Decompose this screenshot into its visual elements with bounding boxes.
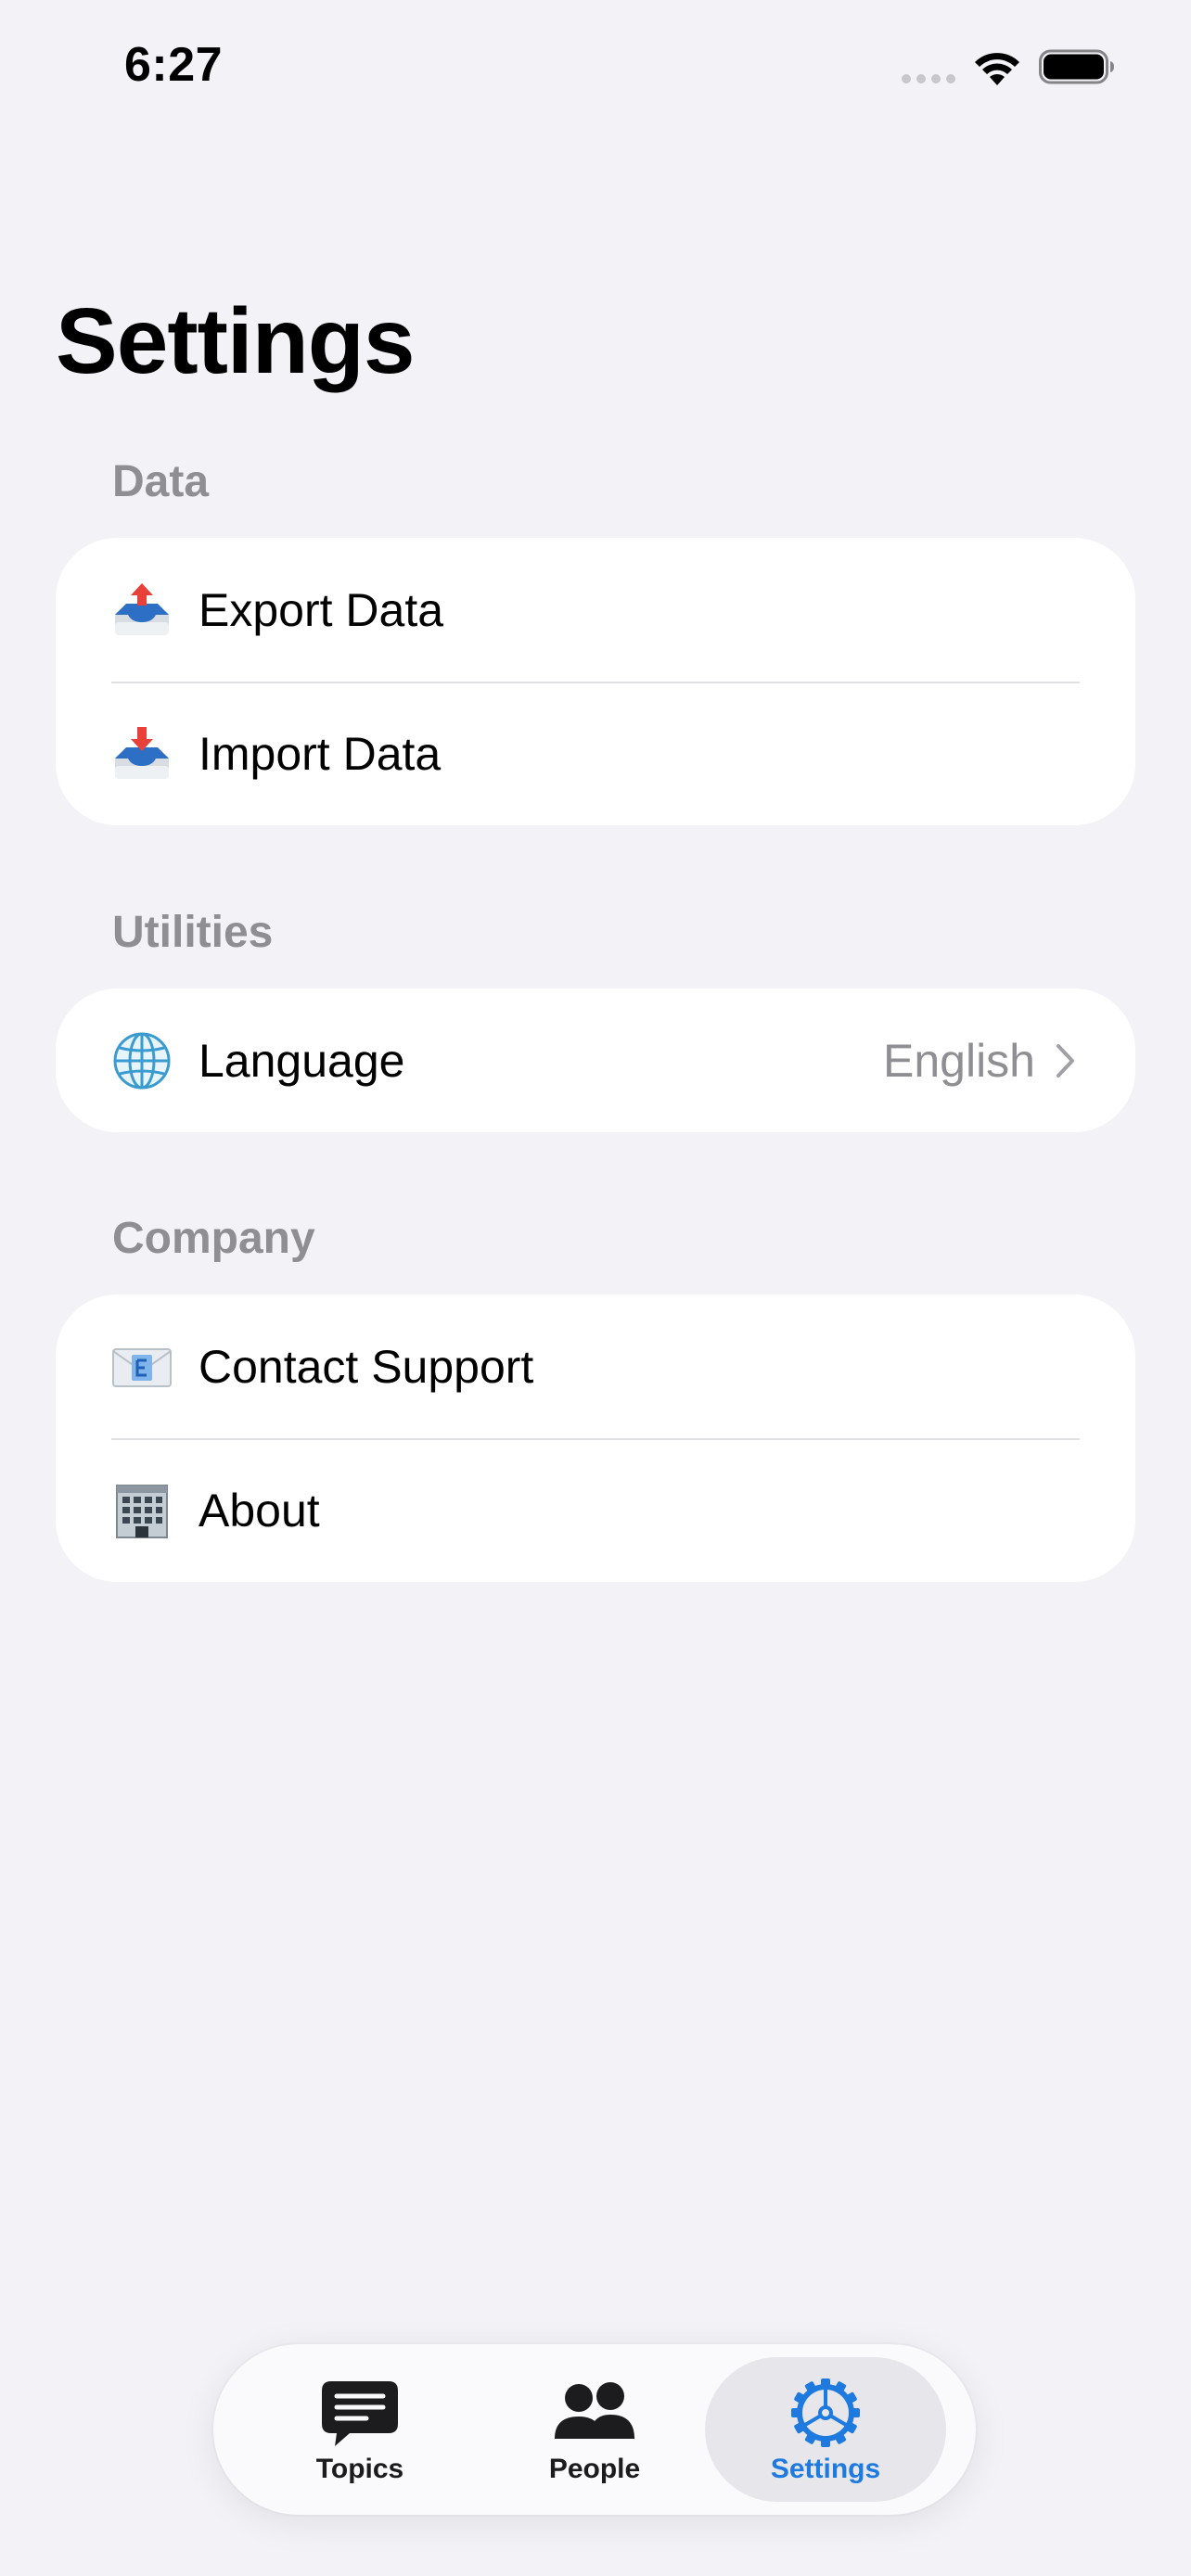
page-title: Settings [56,289,415,393]
contact-support-label: Contact Support [198,1340,534,1393]
globe-icon [111,1030,173,1091]
export-data-label: Export Data [198,583,444,636]
cellular-signal-icon [902,74,955,83]
people-icon [555,2382,634,2439]
contact-support-row[interactable]: Contact Support [56,1294,1135,1438]
battery-icon [1039,49,1114,84]
tab-people[interactable]: People [474,2357,715,2502]
utilities-group: Language English [56,988,1135,1132]
outbox-tray-icon [111,580,173,641]
language-value: English [883,1034,1035,1087]
language-row[interactable]: Language English [56,988,1135,1132]
tab-topics[interactable]: Topics [239,2357,480,2502]
language-label: Language [198,1034,405,1087]
about-row[interactable]: About [56,1438,1135,1582]
export-data-row[interactable]: Export Data [56,538,1135,682]
about-label: About [198,1484,320,1537]
chevron-right-icon [1057,1043,1074,1078]
section-header-company: Company [112,1214,315,1263]
status-time: 6:27 [124,38,224,92]
data-group: Export Data Import Data [56,538,1135,825]
wifi-icon [975,53,1019,85]
email-icon [111,1336,173,1397]
tab-settings[interactable]: Settings [705,2357,946,2502]
tab-topics-label: Topics [315,2454,404,2484]
chat-bubble-icon [322,2381,398,2446]
section-header-utilities: Utilities [112,908,274,957]
tab-people-label: People [548,2454,641,2484]
import-data-label: Import Data [198,727,442,780]
gear-icon [791,2378,860,2447]
tab-settings-label: Settings [770,2454,881,2484]
import-data-row[interactable]: Import Data [56,682,1135,825]
section-header-data: Data [112,457,210,506]
status-bar: 6:27 [0,0,1191,139]
inbox-tray-icon [111,723,173,784]
tab-bar: Topics People Settings [213,2344,976,2515]
office-building-icon [111,1480,173,1541]
company-group: Contact Support About [56,1294,1135,1582]
